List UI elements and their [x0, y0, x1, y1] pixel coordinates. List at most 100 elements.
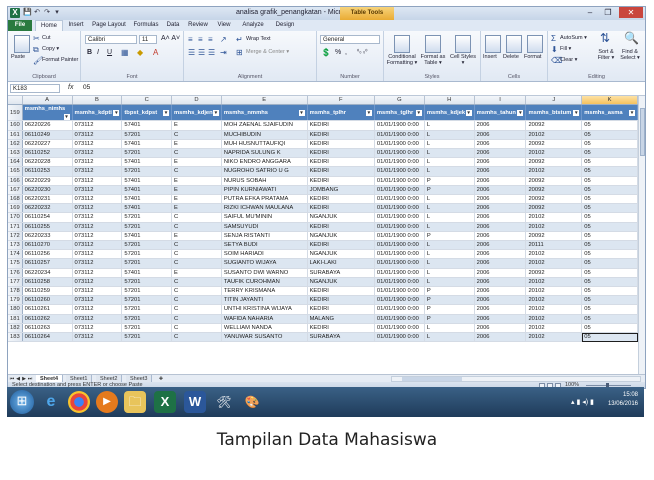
minimize-button[interactable]: – — [581, 7, 599, 18]
row-header[interactable]: 171 — [8, 222, 23, 232]
save-icon[interactable]: 💾 — [23, 9, 32, 17]
cell[interactable]: L — [424, 212, 475, 223]
cell[interactable]: 05 — [581, 304, 638, 315]
cell[interactable]: 57201 — [121, 166, 173, 177]
cell[interactable]: 01/01/1900 0:00 — [374, 286, 425, 297]
cell[interactable]: E — [171, 203, 222, 214]
vertical-scrollbar[interactable] — [638, 96, 645, 374]
accounting-icon[interactable]: 💲 — [321, 48, 331, 57]
cell[interactable]: KEDIRI — [307, 295, 375, 306]
cell[interactable]: 20102 — [525, 212, 583, 223]
cell[interactable]: L — [424, 268, 475, 278]
copy-icon[interactable]: ⧉ — [33, 45, 39, 54]
cell[interactable]: 20092 — [525, 176, 583, 186]
cell[interactable]: TAUFIK CUROHMAN — [221, 277, 308, 288]
merge-center-button[interactable]: Merge & Center ▾ — [246, 49, 289, 55]
row-header[interactable]: 160 — [8, 120, 23, 131]
cell[interactable]: MALANG — [307, 314, 375, 324]
cell[interactable]: 06220233 — [22, 231, 73, 242]
customize-qat-icon[interactable]: ▾ — [53, 9, 61, 17]
cell[interactable]: 57401 — [121, 231, 173, 242]
italic-button[interactable]: I — [97, 49, 99, 56]
table-column-header[interactable]: msmhs_tahun ▾ — [474, 104, 527, 122]
cell[interactable]: 01/01/1900 0:00 — [374, 139, 425, 150]
filter-dropdown-icon[interactable]: ▾ — [629, 109, 635, 116]
name-box[interactable]: K183 — [10, 84, 60, 93]
cell[interactable]: 06220226 — [22, 120, 73, 131]
cell[interactable]: RIZKI ICHWAN MAULANA — [221, 203, 308, 214]
cell[interactable]: 05 — [581, 166, 638, 177]
align-left-icon[interactable]: ☰ — [188, 48, 195, 57]
cell[interactable]: 2006 — [474, 166, 527, 177]
cell[interactable]: 2006 — [474, 222, 527, 232]
cell[interactable]: P — [424, 295, 475, 306]
cell[interactable]: PUTRA EFKA PRATAMA — [221, 194, 308, 205]
cell[interactable]: 20102 — [525, 277, 583, 288]
font-size-combo[interactable]: 11 — [139, 35, 157, 44]
column-header-i[interactable]: I — [474, 96, 527, 106]
cell[interactable]: L — [424, 323, 475, 334]
cell[interactable]: 20102 — [525, 258, 583, 269]
cell[interactable]: MUH HUSNUTTAUFIQI — [221, 139, 308, 150]
cell[interactable]: E — [171, 157, 222, 168]
cell[interactable]: KEDIRI — [307, 148, 375, 159]
paste-icon[interactable] — [14, 35, 30, 53]
row-header[interactable]: 181 — [8, 314, 23, 324]
cell[interactable]: SAMSUYUDI — [221, 222, 308, 232]
cell[interactable]: 57401 — [121, 268, 173, 278]
file-explorer-icon[interactable]: 🗀 — [124, 391, 146, 413]
cell[interactable]: 57401 — [121, 120, 173, 131]
cell[interactable]: 01/01/1900 0:00 — [374, 203, 425, 214]
cell[interactable]: E — [171, 185, 222, 196]
cell[interactable]: 57201 — [121, 212, 173, 223]
cell[interactable]: 20102 — [525, 130, 583, 140]
cell[interactable]: 06110264 — [22, 332, 73, 343]
format-as-table-icon[interactable] — [425, 35, 441, 53]
cell[interactable]: 01/01/1900 0:00 — [374, 231, 425, 242]
cell[interactable]: 01/01/1900 0:00 — [374, 148, 425, 159]
cell[interactable]: 05 — [581, 258, 638, 269]
cell[interactable]: 20102 — [525, 314, 583, 324]
cell[interactable]: KEDIRI — [307, 222, 375, 232]
cell[interactable]: 01/01/1900 0:00 — [374, 304, 425, 315]
font-name-combo[interactable]: Calibri — [85, 35, 137, 44]
row-header[interactable]: 180 — [8, 304, 23, 315]
fill-button[interactable]: Fill ▾ — [560, 46, 571, 52]
cell[interactable]: 073112 — [72, 185, 123, 196]
table-column-header[interactable]: msmhs_tglhr ▾ — [374, 104, 425, 122]
cell[interactable]: 06110262 — [22, 314, 73, 324]
cell[interactable]: 57201 — [121, 130, 173, 140]
cell[interactable]: L — [424, 277, 475, 288]
percent-button[interactable]: % — [335, 49, 341, 56]
cell[interactable]: 20092 — [525, 139, 583, 150]
row-header[interactable]: 175 — [8, 258, 23, 269]
cell[interactable]: 05 — [581, 314, 638, 324]
cell[interactable]: 2006 — [474, 240, 527, 251]
cell[interactable]: 06220234 — [22, 268, 73, 278]
number-format-combo[interactable]: General — [320, 35, 380, 44]
cell[interactable]: 01/01/1900 0:00 — [374, 240, 425, 251]
column-header-h[interactable]: H — [424, 96, 475, 106]
tab-design[interactable]: Design — [272, 20, 298, 31]
cell[interactable]: C — [171, 240, 222, 251]
cell[interactable]: 05 — [581, 130, 638, 140]
cell[interactable]: SENJA RISTANTI — [221, 231, 308, 242]
filter-dropdown-icon[interactable]: ▾ — [365, 109, 372, 116]
cell[interactable]: 073112 — [72, 323, 123, 334]
cell[interactable]: C — [171, 258, 222, 269]
cell[interactable]: KEDIRI — [307, 157, 375, 168]
format-cells-button[interactable]: Format — [524, 54, 541, 60]
cell[interactable]: TITIN JAYANTI — [221, 295, 308, 306]
find-select-icon[interactable]: 🔍 — [624, 32, 639, 44]
cell[interactable]: 2006 — [474, 176, 527, 186]
cell[interactable]: 57201 — [121, 222, 173, 232]
table-column-header[interactable]: tbpst_kdpst ▾ — [121, 104, 173, 122]
cell[interactable]: L — [424, 120, 475, 131]
cell[interactable]: 06220227 — [22, 139, 73, 150]
cell[interactable]: 073112 — [72, 240, 123, 251]
cell[interactable]: 05 — [581, 295, 638, 306]
cell[interactable]: 57401 — [121, 139, 173, 150]
cell[interactable]: C — [171, 323, 222, 334]
tab-view[interactable]: View — [214, 20, 234, 31]
cell[interactable]: L — [424, 240, 475, 251]
